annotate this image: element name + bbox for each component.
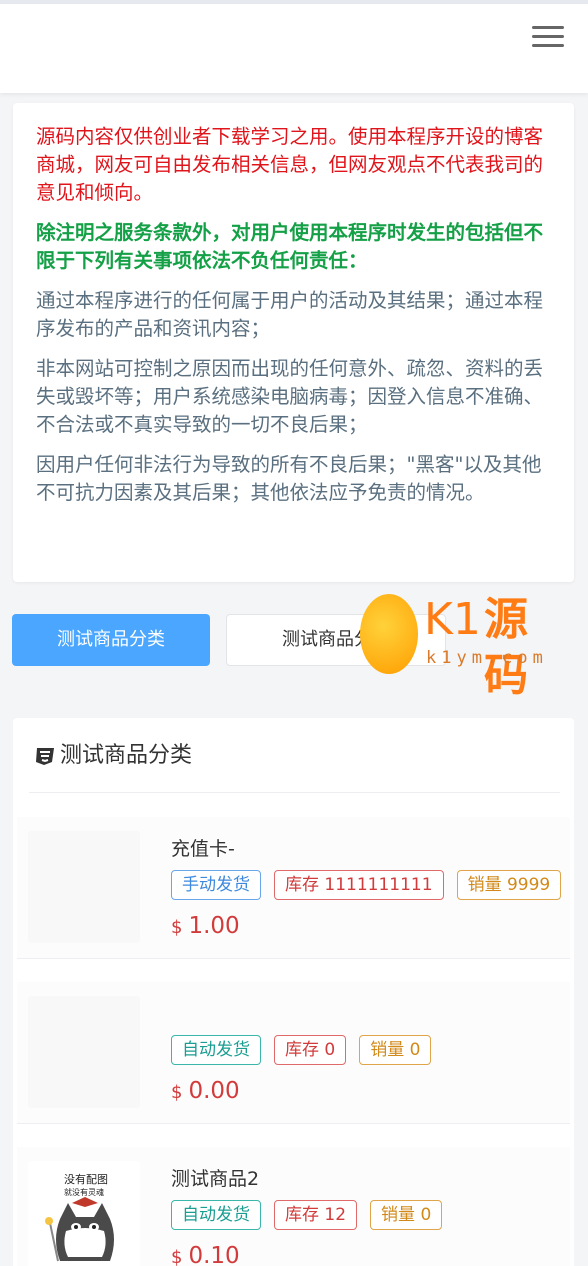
disclaimer-notice: 源码内容仅供创业者下载学习之用。使用本程序开设的博客商城，网友可自由发布相关信息… (13, 103, 574, 582)
delivery-badge: 自动发货 (171, 1200, 261, 1230)
delivery-badge: 自动发货 (171, 1035, 261, 1065)
notice-paragraph: 因用户任何非法行为导致的所有不良后果；"黑客"以及其他不可抗力因素及其后果；其他… (36, 453, 542, 504)
header-bar (0, 4, 588, 93)
watermark-brand-cn: 源码 (484, 594, 528, 701)
price-value: 1.00 (188, 913, 240, 939)
category-tab[interactable]: 测试商品分类 (226, 614, 446, 666)
product-item[interactable]: 充值卡- 手动发货 库存 1111111111 销量 9999 $1.00 (17, 817, 570, 959)
stock-badge: 库存 0 (274, 1035, 347, 1065)
currency-symbol: $ (171, 1082, 183, 1103)
currency-symbol: $ (171, 917, 183, 938)
product-thumbnail (28, 996, 140, 1108)
category-title: 测试商品分类 (60, 743, 193, 768)
css3-icon (36, 748, 54, 765)
product-thumbnail: 没有配图 就没有灵魂 (28, 1161, 140, 1266)
currency-symbol: $ (171, 1247, 183, 1266)
category-header: 测试商品分类 (29, 718, 560, 793)
thumb-caption: 没有配图 (64, 1172, 108, 1186)
product-price: $0.00 (171, 1074, 240, 1110)
stock-badge: 库存 12 (274, 1200, 358, 1230)
sales-badge: 销量 0 (370, 1200, 443, 1230)
sales-badge: 销量 9999 (456, 870, 562, 900)
product-name: 充值卡- (171, 838, 235, 860)
sales-badge: 销量 0 (359, 1035, 432, 1065)
product-item[interactable]: 没有配图 就没有灵魂 测试商品2 自动发货 库存 12 销量 0 $0.10 (17, 1147, 570, 1266)
product-price: $0.10 (171, 1239, 240, 1266)
delivery-badge: 手动发货 (171, 870, 261, 900)
product-thumbnail (28, 831, 140, 943)
notice-paragraph: 除注明之服务条款外，对用户使用本程序时发生的包括但不限于下列有关事项依法不负任何… (36, 221, 544, 272)
notice-paragraph: 源码内容仅供创业者下载学习之用。使用本程序开设的博客商城，网友可自由发布相关信息… (36, 125, 544, 204)
thumb-caption: 就没有灵魂 (64, 1187, 104, 1197)
product-item[interactable]: 自动发货 库存 0 销量 0 $0.00 (17, 982, 570, 1124)
product-price: $1.00 (171, 909, 240, 945)
stock-badge: 库存 1111111111 (274, 870, 444, 900)
category-panel: 测试商品分类 充值卡- 手动发货 库存 1111111111 销量 9999 $… (13, 718, 574, 1266)
price-value: 0.10 (188, 1243, 240, 1266)
price-value: 0.00 (188, 1078, 240, 1104)
hamburger-icon[interactable] (532, 26, 564, 50)
cat-illustration-icon: 没有配图 就没有灵魂 (28, 1161, 140, 1266)
category-tab-active[interactable]: 测试商品分类 (12, 614, 210, 666)
product-name: 测试商品2 (171, 1168, 260, 1190)
notice-paragraph: 通过本程序进行的任何属于用户的活动及其结果；通过本程序发布的产品和资讯内容； (36, 289, 544, 340)
notice-paragraph: 非本网站可控制之原因而出现的任何意外、疏忽、资料的丢失或毁坏等；用户系统感染电脑… (36, 357, 544, 436)
